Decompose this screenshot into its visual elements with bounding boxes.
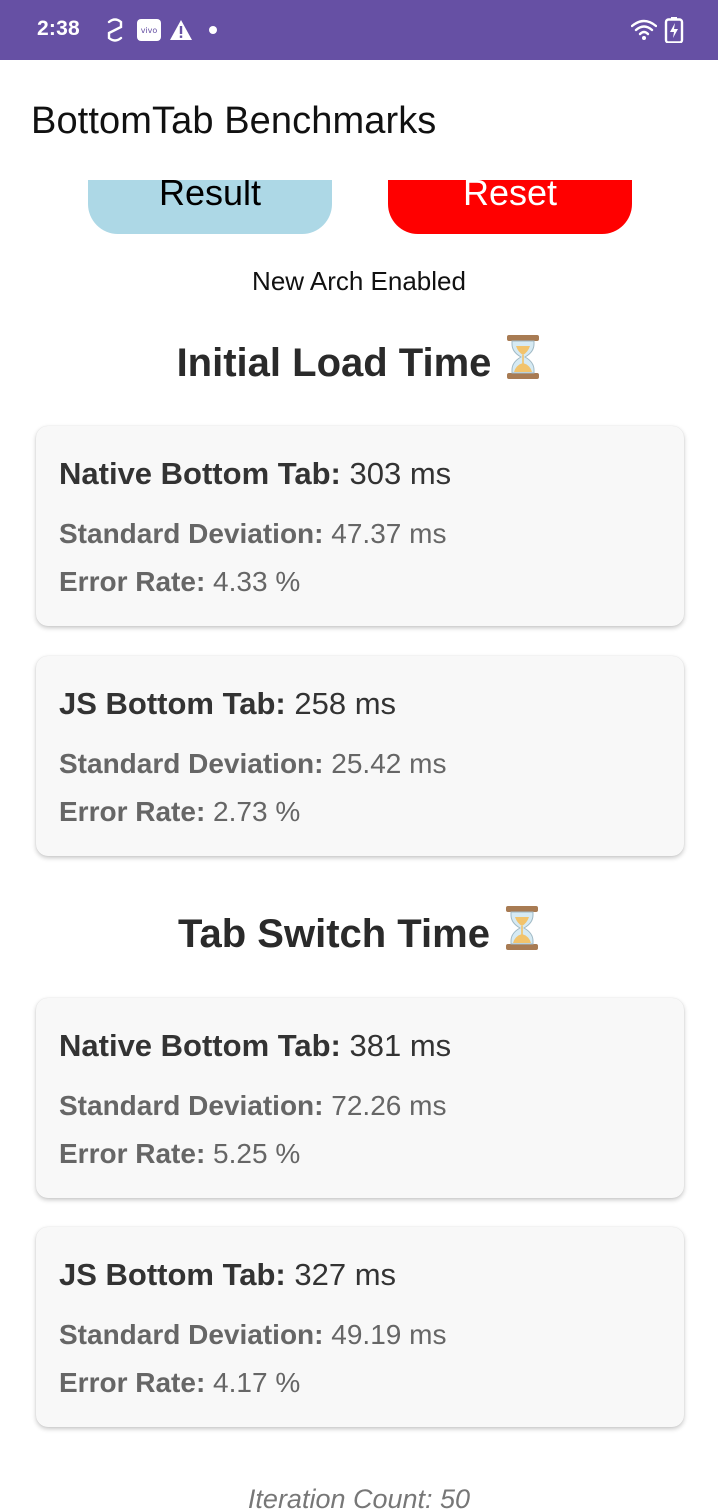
error-rate-label: Error Rate: — [59, 1367, 206, 1398]
page-title: BottomTab Benchmarks — [31, 100, 437, 142]
svg-text:vivo: vivo — [141, 26, 158, 35]
warning-icon — [169, 17, 193, 43]
error-rate-line: Error Rate: 4.17 % — [59, 1367, 300, 1399]
result-card-initial-js: JS Bottom Tab: 258 ms Standard Deviation… — [36, 656, 684, 856]
card-title-label: JS Bottom Tab: — [59, 686, 286, 721]
standard-deviation-value: 47.37 ms — [331, 518, 447, 549]
card-title-label: JS Bottom Tab: — [59, 1257, 286, 1292]
iteration-count: Iteration Count: 50 — [247, 1484, 471, 1511]
error-rate-line: Error Rate: 5.25 % — [59, 1138, 300, 1170]
hourglass-icon — [504, 905, 540, 961]
card-title-value: 381 ms — [349, 1028, 452, 1063]
error-rate-label: Error Rate: — [59, 566, 206, 597]
sync-icon — [104, 17, 126, 43]
standard-deviation-label: Standard Deviation: — [59, 518, 324, 549]
error-rate-label: Error Rate: — [59, 1138, 206, 1169]
error-rate-value: 5.25 % — [213, 1138, 301, 1169]
section-heading-initial-load: Initial Load Time — [0, 334, 718, 390]
card-title-value: 303 ms — [349, 456, 452, 491]
result-card-switch-native: Native Bottom Tab: 381 ms Standard Devia… — [36, 998, 684, 1198]
arch-status-label: New Arch Enabled — [252, 266, 466, 296]
hourglass-icon — [505, 334, 541, 390]
result-card-switch-js: JS Bottom Tab: 327 ms Standard Deviation… — [36, 1227, 684, 1427]
battery-charging-icon — [664, 17, 684, 43]
standard-deviation-label: Standard Deviation: — [59, 1319, 324, 1350]
vivo-badge-icon: vivo — [136, 17, 162, 43]
error-rate-line: Error Rate: 4.33 % — [59, 566, 300, 598]
dot-icon — [207, 17, 219, 43]
standard-deviation-line: Standard Deviation: 25.42 ms — [59, 748, 446, 780]
reset-button[interactable]: Reset — [388, 180, 632, 234]
status-time: 2:38 — [37, 17, 80, 40]
standard-deviation-label: Standard Deviation: — [59, 1090, 324, 1121]
result-button[interactable]: Result — [88, 180, 332, 234]
section-heading-tab-switch: Tab Switch Time — [0, 905, 718, 961]
error-rate-value: 4.17 % — [213, 1367, 301, 1398]
standard-deviation-line: Standard Deviation: 47.37 ms — [59, 518, 446, 550]
wifi-icon — [631, 17, 657, 43]
card-title: JS Bottom Tab: 327 ms — [59, 1257, 396, 1293]
error-rate-label: Error Rate: — [59, 796, 206, 827]
app-bar: BottomTab Benchmarks — [0, 60, 718, 180]
card-title: Native Bottom Tab: 381 ms — [59, 1028, 451, 1064]
card-title-value: 258 ms — [294, 686, 397, 721]
standard-deviation-value: 25.42 ms — [331, 748, 447, 779]
section-heading-text: Initial Load Time — [176, 341, 492, 385]
card-title-label: Native Bottom Tab: — [59, 456, 341, 491]
standard-deviation-line: Standard Deviation: 72.26 ms — [59, 1090, 446, 1122]
error-rate-value: 4.33 % — [213, 566, 301, 597]
standard-deviation-label: Standard Deviation: — [59, 748, 324, 779]
card-title-value: 327 ms — [294, 1257, 397, 1292]
status-bar: 2:38 vivo — [0, 0, 718, 60]
standard-deviation-value: 72.26 ms — [331, 1090, 447, 1121]
section-heading-text: Tab Switch Time — [178, 912, 490, 956]
benchmark-scroll-view[interactable]: Result Reset New Arch Enabled Initial Lo… — [0, 180, 718, 1511]
card-title: JS Bottom Tab: 258 ms — [59, 686, 396, 722]
standard-deviation-line: Standard Deviation: 49.19 ms — [59, 1319, 446, 1351]
error-rate-line: Error Rate: 2.73 % — [59, 796, 300, 828]
error-rate-value: 2.73 % — [213, 796, 301, 827]
card-title: Native Bottom Tab: 303 ms — [59, 456, 451, 492]
standard-deviation-value: 49.19 ms — [331, 1319, 447, 1350]
result-card-initial-native: Native Bottom Tab: 303 ms Standard Devia… — [36, 426, 684, 626]
card-title-label: Native Bottom Tab: — [59, 1028, 341, 1063]
